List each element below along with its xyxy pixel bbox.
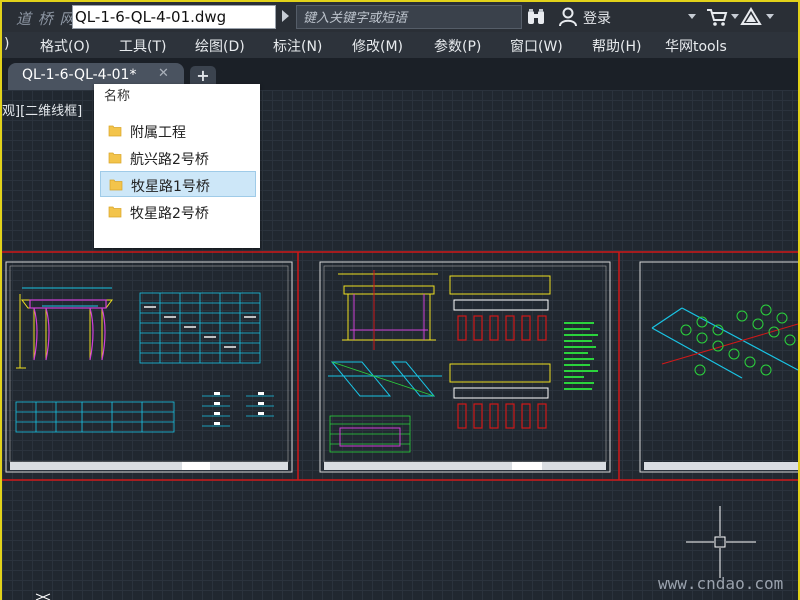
folder-item-selected[interactable]: 牧星路1号桥	[100, 171, 256, 197]
title-bar: 道 桥 网 QL-1-6-QL-4-01.dwg 登录	[2, 2, 798, 32]
tab-document-label: QL-1-6-QL-4-01*	[22, 67, 137, 83]
menu-format[interactable]: 格式(O)	[40, 36, 90, 56]
menu-tools[interactable]: 工具(T)	[119, 36, 166, 56]
cart-icon[interactable]	[706, 7, 728, 27]
menu-help[interactable]: 帮助(H)	[592, 36, 641, 56]
site-logo-mark: 道 桥 网	[16, 10, 76, 28]
filename-text: QL-1-6-QL-4-01.dwg	[75, 8, 227, 26]
folder-dropdown: 名称 附属工程 航兴路2号桥 牧星路1号桥 牧星路2号桥	[94, 84, 260, 248]
name-column-header[interactable]: 名称	[104, 85, 130, 104]
ucs-icon	[35, 593, 51, 600]
exchange-dropdown-arrow-icon[interactable]	[766, 14, 774, 19]
folder-label: 牧星路2号桥	[130, 206, 209, 222]
folder-icon	[109, 179, 123, 191]
cart-dropdown-arrow-icon[interactable]	[731, 14, 739, 19]
folder-item[interactable]: 牧星路2号桥	[100, 199, 256, 225]
menu-draw[interactable]: 绘图(D)	[195, 36, 245, 56]
folder-item[interactable]: 附属工程	[100, 118, 256, 144]
login-button[interactable]: 登录	[583, 8, 611, 28]
viewport-controls-label[interactable]: 观][二维线框]	[2, 100, 82, 119]
crosshair-cursor	[686, 506, 756, 578]
title-expand-arrow-icon[interactable]	[282, 10, 289, 22]
binoculars-icon[interactable]	[526, 7, 546, 27]
folder-label: 牧星路1号桥	[131, 179, 210, 195]
login-dropdown-arrow-icon[interactable]	[688, 14, 696, 19]
menu-view-partial[interactable]: )	[4, 36, 9, 52]
folder-icon	[108, 125, 122, 137]
menu-parametric[interactable]: 参数(P)	[434, 36, 481, 56]
folder-label: 航兴路2号桥	[130, 152, 209, 168]
menu-window[interactable]: 窗口(W)	[510, 36, 563, 56]
close-icon[interactable]: ✕	[158, 66, 169, 81]
menu-modify[interactable]: 修改(M)	[352, 36, 403, 56]
search-box[interactable]	[296, 5, 522, 29]
user-icon[interactable]	[558, 7, 578, 27]
folder-icon	[108, 152, 122, 164]
autodesk-exchange-icon[interactable]	[740, 6, 762, 28]
sheet-1	[5, 261, 293, 473]
folder-icon	[108, 206, 122, 218]
new-tab-button[interactable]: +	[190, 66, 216, 86]
sheet-3	[639, 261, 798, 473]
search-input[interactable]	[301, 7, 521, 29]
menu-dimension[interactable]: 标注(N)	[273, 36, 322, 56]
filename-field[interactable]: QL-1-6-QL-4-01.dwg	[72, 5, 276, 29]
folder-item[interactable]: 航兴路2号桥	[100, 145, 256, 171]
folder-label: 附属工程	[130, 125, 186, 141]
menu-bar: ) 格式(O) 工具(T) 绘图(D) 标注(N) 修改(M) 参数(P) 窗口…	[2, 32, 798, 58]
menu-huawang-tools[interactable]: 华网tools	[665, 36, 727, 56]
sheet-2	[319, 261, 611, 473]
watermark-text: www.cndao.com	[658, 574, 784, 593]
